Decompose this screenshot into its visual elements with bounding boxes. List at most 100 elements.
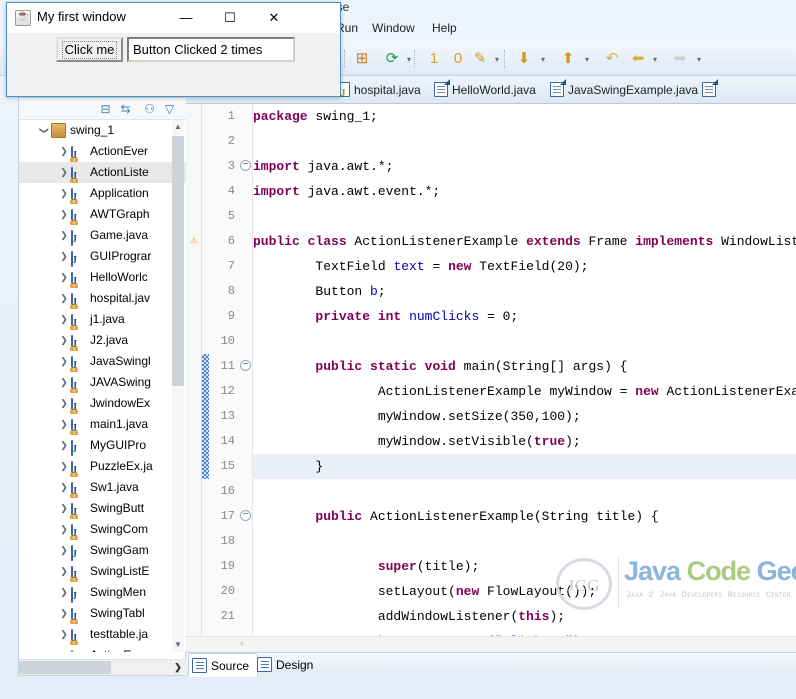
code-horizontal-scrollbar[interactable]: ‹	[186, 636, 796, 652]
tree-item-Gamejava[interactable]: ❯Game.java	[19, 225, 187, 246]
tree-item-j1java[interactable]: ❯ j1.java	[19, 309, 187, 330]
marker-column[interactable]: ⚠△	[186, 104, 202, 652]
editor-tab-hospitaljava[interactable]: hospital.java	[334, 76, 421, 104]
chevron-right-icon[interactable]: ❯	[57, 162, 71, 183]
editor-tab-HelloWorldjava[interactable]: HelloWorld.java	[432, 76, 536, 104]
open-folder-icon[interactable]: ὜0	[448, 49, 468, 69]
warning-marker-icon[interactable]: ⚠	[186, 229, 202, 254]
code-line[interactable]: addWindowListener(this);	[253, 604, 796, 629]
tree-vertical-scrollbar[interactable]: ▲ ▼	[172, 120, 184, 652]
code-folding-column[interactable]: −−−−	[239, 104, 253, 652]
chevron-right-icon[interactable]: ❯	[57, 540, 71, 561]
menu-item-window[interactable]: Window	[372, 21, 415, 35]
chevron-right-icon[interactable]: ❯	[57, 624, 71, 645]
tree-item-AWTGraph[interactable]: ❯ AWTGraph	[19, 204, 187, 225]
code-line[interactable]: import java.awt.event.*;	[253, 179, 796, 204]
tree-item-Application[interactable]: ❯ Application	[19, 183, 187, 204]
fold-marker[interactable]	[239, 379, 252, 404]
tree-item-SwingMen[interactable]: ❯ SwingMen	[19, 582, 187, 603]
tree-item-SwingGam[interactable]: ❯SwingGam	[19, 540, 187, 561]
scroll-up-arrow-icon[interactable]: ▲	[172, 120, 184, 134]
chevron-right-icon[interactable]: ❯	[57, 288, 71, 309]
tree-horizontal-scrollbar[interactable]: ❯	[19, 659, 187, 675]
collapse-all-icon[interactable]: ⊟	[97, 101, 114, 117]
fold-marker[interactable]	[239, 304, 252, 329]
forward-icon[interactable]: ➡	[670, 49, 690, 69]
chevron-right-icon[interactable]: ❯	[57, 498, 71, 519]
open-resource-icon[interactable]: ὜1	[424, 49, 444, 69]
code-line[interactable]: private int numClicks = 0;	[253, 304, 796, 329]
fold-marker[interactable]	[239, 179, 252, 204]
chevron-right-icon[interactable]: ❯	[57, 372, 71, 393]
view-menu-icon[interactable]: ⚇	[141, 101, 158, 117]
code-line[interactable]: }	[253, 454, 796, 479]
code-line[interactable]: myWindow.setSize(350,100);	[253, 404, 796, 429]
pencil-dropdown-arrow[interactable]: ▾	[492, 55, 502, 65]
fold-marker[interactable]	[239, 279, 252, 304]
fold-marker[interactable]	[239, 604, 252, 629]
view-dropdown-icon[interactable]: ▽	[161, 101, 178, 117]
fold-marker[interactable]: −	[239, 354, 252, 379]
code-line[interactable]: super(title);	[253, 554, 796, 579]
tree-hscroll-right-arrow-icon[interactable]: ❯	[171, 660, 185, 675]
tree-scroll-thumb[interactable]	[172, 136, 184, 386]
chevron-right-icon[interactable]: ❯	[57, 561, 71, 582]
code-line[interactable]: TextField text = new TextField(20);	[253, 254, 796, 279]
maximize-button[interactable]: ☐	[208, 3, 252, 32]
code-line[interactable]: public class ActionListenerExample exten…	[253, 229, 796, 254]
fold-marker[interactable]	[239, 129, 252, 154]
tree-item-PuzzleExja[interactable]: ❯ PuzzleEx.ja	[19, 456, 187, 477]
tree-zip-ActionEver[interactable]: ActionEver	[19, 645, 187, 652]
tree-item-SwingListE[interactable]: ❯ SwingListE	[19, 561, 187, 582]
close-button[interactable]: ✕	[252, 3, 296, 32]
code-line[interactable]	[253, 329, 796, 354]
code-line[interactable]	[253, 529, 796, 554]
menu-item-help[interactable]: Help	[432, 21, 457, 35]
tree-item-hospitaljav[interactable]: ❯ hospital.jav	[19, 288, 187, 309]
fold-marker[interactable]	[239, 254, 252, 279]
swing-dialog-titlebar[interactable]: My first window — ☐ ✕	[7, 3, 340, 33]
chevron-right-icon[interactable]: ❯	[57, 393, 71, 414]
fold-marker[interactable]	[239, 579, 252, 604]
run-icon[interactable]: ⟳	[382, 49, 402, 69]
editor-tab-more[interactable]	[700, 76, 720, 104]
code-line[interactable]	[253, 479, 796, 504]
chevron-right-icon[interactable]: ❯	[57, 246, 71, 267]
forward-dropdown-arrow[interactable]: ▾	[694, 55, 704, 65]
fold-collapse-icon[interactable]: −	[240, 510, 251, 521]
tree-item-ActionEver[interactable]: ❯ ActionEver	[19, 141, 187, 162]
chevron-right-icon[interactable]: ❯	[57, 435, 71, 456]
tree-item-SwingButt[interactable]: ❯ SwingButt	[19, 498, 187, 519]
tree-root-swing_1[interactable]: ❯ swing_1	[19, 120, 187, 141]
tree-item-ActionListe[interactable]: ❯ ActionListe	[19, 162, 187, 183]
editor-tab-JavaSwingExamplejava[interactable]: JavaSwingExample.java	[548, 76, 698, 104]
back-history-icon[interactable]: ↶	[602, 49, 622, 69]
code-text[interactable]: package swing_1; import java.awt.*; impor…	[253, 104, 796, 652]
fold-marker[interactable]: −	[239, 154, 252, 179]
fold-marker[interactable]	[239, 429, 252, 454]
tree-item-SwingCom[interactable]: ❯ SwingCom	[19, 519, 187, 540]
back-icon[interactable]: ⬅	[628, 49, 648, 69]
click-count-textfield[interactable]: Button Clicked 2 times	[127, 37, 295, 62]
chevron-right-icon[interactable]: ❯	[57, 225, 71, 246]
code-line[interactable]: import java.awt.*;	[253, 154, 796, 179]
fold-marker[interactable]: −	[239, 504, 252, 529]
code-editor[interactable]: ⚠△ 1234567891011121314151617181920212223…	[186, 104, 796, 652]
chevron-right-icon[interactable]: ❯	[57, 141, 71, 162]
chevron-right-icon[interactable]: ❯	[57, 414, 71, 435]
code-hscroll-left-arrow-icon[interactable]: ‹	[234, 637, 250, 652]
fold-marker[interactable]	[239, 229, 252, 254]
fold-marker[interactable]	[239, 454, 252, 479]
chevron-right-icon[interactable]: ❯	[57, 267, 71, 288]
code-line[interactable]: public ActionListenerExample(String titl…	[253, 504, 796, 529]
tree-item-JAVASwing[interactable]: ❯ JAVASwing	[19, 372, 187, 393]
chevron-right-icon[interactable]: ❯	[57, 456, 71, 477]
fold-marker[interactable]	[239, 479, 252, 504]
tab-source[interactable]: Source	[188, 653, 258, 677]
code-line[interactable]: package swing_1;	[253, 104, 796, 129]
tree-item-testtableja[interactable]: ❯ testtable.ja	[19, 624, 187, 645]
pencil-icon[interactable]: ✎	[470, 49, 490, 69]
fold-marker[interactable]	[239, 404, 252, 429]
fold-marker[interactable]	[239, 554, 252, 579]
code-line[interactable]: Button b;	[253, 279, 796, 304]
